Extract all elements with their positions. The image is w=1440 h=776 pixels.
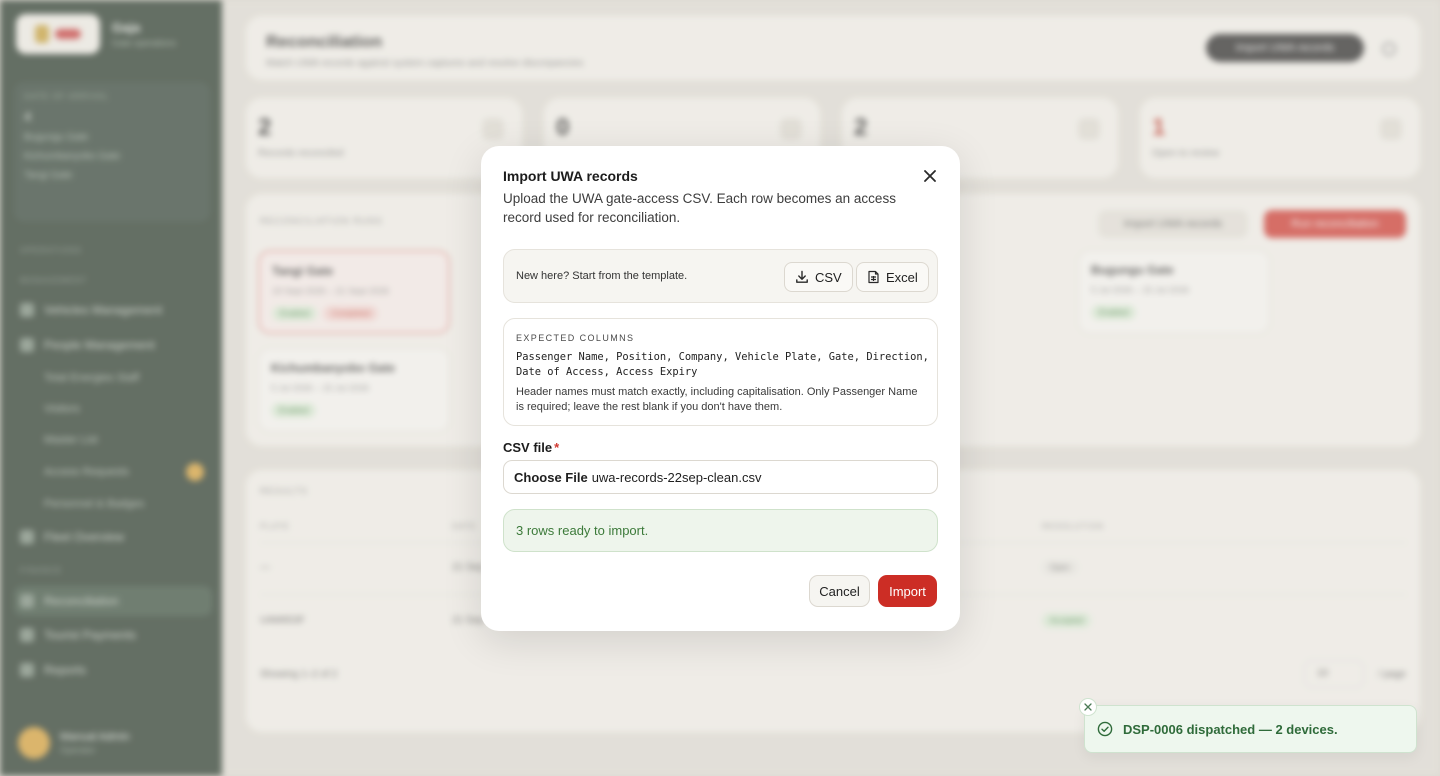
expected-columns-label: EXPECTED COLUMNS	[516, 333, 635, 343]
download-csv-template-button[interactable]: CSV	[784, 262, 853, 292]
csv-button-label: CSV	[815, 269, 842, 285]
choose-file-button[interactable]: Choose File	[514, 470, 588, 485]
excel-button-label: Excel	[886, 269, 918, 285]
dialog-description: Upload the UWA gate-access CSV. Each row…	[503, 191, 896, 225]
selected-file-name: uwa-records-22sep-clean.csv	[591, 469, 762, 485]
csv-file-input[interactable]: Choose File uwa-records-22sep-clean.csv	[503, 460, 938, 494]
csv-file-label: CSV file *	[503, 440, 559, 455]
import-ready-message: 3 rows ready to import.	[503, 509, 938, 552]
dialog-title: Import UWA records	[503, 168, 638, 184]
required-marker: *	[554, 440, 560, 455]
close-icon	[1084, 703, 1092, 711]
template-prompt: New here? Start from the template.	[516, 270, 688, 282]
expected-columns-note: Header names must match exactly, includi…	[516, 386, 918, 413]
close-button[interactable]	[920, 166, 940, 186]
expected-columns-list: Passenger Name, Position, Company, Vehic…	[516, 351, 929, 378]
toast-notification: DSP-0006 dispatched — 2 devices.	[1079, 698, 1417, 753]
download-icon	[796, 270, 808, 283]
check-circle-icon	[1097, 721, 1113, 737]
close-icon	[924, 170, 936, 182]
csv-file-label-text: CSV file	[503, 440, 553, 455]
spreadsheet-icon	[868, 270, 879, 284]
cancel-button[interactable]: Cancel	[809, 575, 870, 607]
template-download-box: New here? Start from the template. CSV E…	[503, 249, 938, 303]
import-button[interactable]: Import	[878, 575, 937, 607]
toast-close-button[interactable]	[1079, 698, 1097, 716]
download-excel-template-button[interactable]: Excel	[856, 262, 929, 292]
expected-columns-box: EXPECTED COLUMNS Passenger Name, Positio…	[503, 318, 938, 426]
toast-message: DSP-0006 dispatched — 2 devices.	[1123, 721, 1338, 737]
import-uwa-dialog: Import UWA records Upload the UWA gate-a…	[481, 146, 960, 631]
